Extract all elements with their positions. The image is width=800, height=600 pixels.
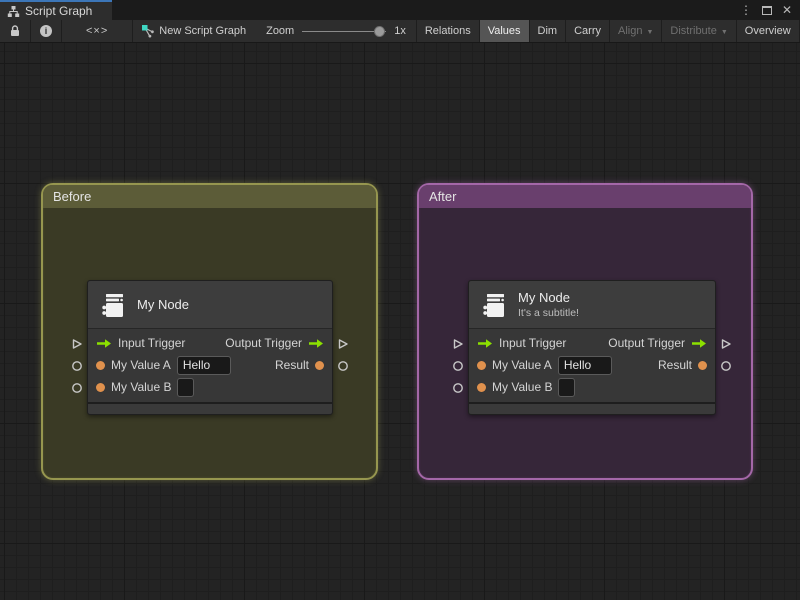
carry-label: Carry	[574, 25, 601, 37]
value-port-dot-icon	[315, 360, 324, 370]
flow-arrow-icon	[308, 338, 324, 349]
align-label: Align	[617, 25, 643, 37]
node-port-rows: Input Trigger Output Trigger My Value A	[469, 329, 715, 402]
port-row-value-b: My Value B	[469, 376, 715, 398]
title-bar: Script Graph ⋮ ✕	[0, 0, 800, 20]
flow-input-port[interactable]	[71, 338, 83, 350]
new-script-graph-button[interactable]: New Script Graph	[133, 20, 254, 42]
my-value-a-label: My Value A	[492, 358, 552, 372]
value-port-dot-icon	[96, 360, 105, 370]
value-input-port[interactable]	[452, 360, 464, 372]
node-title: My Node	[137, 297, 190, 312]
node-subtitle: It's a subtitle!	[518, 307, 579, 319]
relations-button[interactable]: Relations	[417, 20, 479, 42]
value-output-port[interactable]	[337, 360, 349, 372]
graph-canvas[interactable]: Before After My Node Input Trigger Outpu…	[0, 43, 800, 600]
result-label: Result	[657, 358, 692, 372]
node-port-rows: Input Trigger Output Trigger My Value A	[88, 329, 332, 402]
group-before-title: Before	[53, 189, 92, 204]
graph-hierarchy-icon	[7, 5, 20, 18]
my-value-b-input[interactable]	[177, 377, 195, 397]
inspect-button[interactable]: i	[31, 20, 61, 42]
value-port-dot-icon	[477, 360, 486, 370]
node-header[interactable]: My Node	[88, 281, 332, 329]
window-controls: ⋮ ✕	[740, 0, 800, 20]
port-row-value-b: My Value B	[88, 376, 332, 398]
dim-button[interactable]: Dim	[530, 20, 566, 42]
group-after-title: After	[429, 189, 457, 204]
node-title: My Node	[518, 290, 571, 305]
dim-label: Dim	[537, 25, 558, 37]
new-script-graph-label: New Script Graph	[159, 25, 247, 37]
my-value-a-input[interactable]	[557, 355, 612, 375]
angle-multiply-icon: <×>	[86, 25, 109, 37]
flow-input-port[interactable]	[452, 338, 464, 350]
info-icon: i	[40, 25, 52, 37]
flow-arrow-icon	[691, 338, 707, 349]
port-row-trigger: Input Trigger Output Trigger	[88, 332, 332, 354]
kebab-menu-icon[interactable]: ⋮	[740, 4, 752, 16]
flow-output-port[interactable]	[337, 338, 349, 350]
port-row-value-a: My Value A Result	[469, 354, 715, 376]
my-value-b-label: My Value B	[492, 380, 553, 394]
input-trigger-label: Input Trigger	[118, 336, 186, 350]
lock-icon	[9, 24, 21, 38]
script-graph-window: Script Graph ⋮ ✕ i <×> New Script Graph …	[0, 0, 800, 600]
node-footer	[469, 402, 715, 414]
zoom-label: Zoom	[266, 25, 295, 37]
value-input-port[interactable]	[71, 360, 83, 372]
maximize-icon[interactable]	[761, 5, 772, 15]
zoom-value: 1x	[394, 25, 406, 37]
value-input-port[interactable]	[452, 382, 464, 394]
value-port-dot-icon	[96, 382, 105, 392]
output-trigger-label: Output Trigger	[608, 336, 685, 350]
carry-button[interactable]: Carry	[566, 20, 609, 42]
values-label: Values	[487, 25, 521, 37]
node-my-node-before[interactable]: My Node Input Trigger Output Trigger My …	[72, 280, 348, 415]
flow-arrow-icon	[96, 338, 112, 349]
distribute-label: Distribute	[670, 25, 717, 37]
values-button[interactable]: Values	[479, 20, 529, 42]
value-output-port[interactable]	[720, 360, 732, 372]
output-trigger-label: Output Trigger	[225, 336, 302, 350]
port-row-trigger: Input Trigger Output Trigger	[469, 332, 715, 354]
unit-icon	[479, 290, 509, 320]
group-after-header[interactable]: After	[419, 185, 751, 208]
flow-output-port[interactable]	[720, 338, 732, 350]
chevron-down-icon: ▼	[720, 28, 728, 36]
value-port-dot-icon	[698, 360, 707, 370]
relations-label: Relations	[424, 25, 471, 37]
align-dropdown-button[interactable]: Align ▼	[610, 20, 661, 42]
value-input-port[interactable]	[71, 382, 83, 394]
group-before-header[interactable]: Before	[43, 185, 376, 208]
node-footer	[88, 402, 332, 414]
lock-button[interactable]	[0, 20, 30, 42]
my-value-b-input[interactable]	[558, 377, 576, 397]
chevron-down-icon: ▼	[646, 28, 654, 36]
graph-nodes-icon	[141, 24, 155, 38]
zoom-slider-knob[interactable]	[374, 25, 386, 37]
my-value-a-input[interactable]	[176, 355, 231, 375]
overview-button[interactable]: Overview	[737, 20, 799, 42]
tab-title: Script Graph	[25, 4, 93, 18]
zoom-control: Zoom 1x	[256, 20, 416, 42]
my-value-a-label: My Value A	[111, 358, 171, 372]
close-icon[interactable]: ✕	[782, 4, 792, 16]
overview-label: Overview	[744, 25, 791, 37]
input-trigger-label: Input Trigger	[499, 336, 567, 350]
variables-toggle-button[interactable]: <×>	[62, 20, 132, 42]
zoom-slider[interactable]	[302, 25, 387, 37]
node-my-node-after[interactable]: My Node It's a subtitle! Input Trigger O…	[453, 280, 731, 415]
distribute-dropdown-button[interactable]: Distribute ▼	[662, 20, 735, 42]
result-label: Result	[274, 358, 309, 372]
flow-arrow-icon	[477, 338, 493, 349]
unit-icon	[98, 290, 128, 320]
port-row-value-a: My Value A Result	[88, 354, 332, 376]
value-port-dot-icon	[477, 382, 486, 392]
my-value-b-label: My Value B	[111, 380, 172, 394]
tab-script-graph[interactable]: Script Graph	[0, 0, 112, 20]
node-header[interactable]: My Node It's a subtitle!	[469, 281, 715, 329]
graph-toolbar: i <×> New Script Graph Zoom 1x Relations…	[0, 20, 800, 43]
